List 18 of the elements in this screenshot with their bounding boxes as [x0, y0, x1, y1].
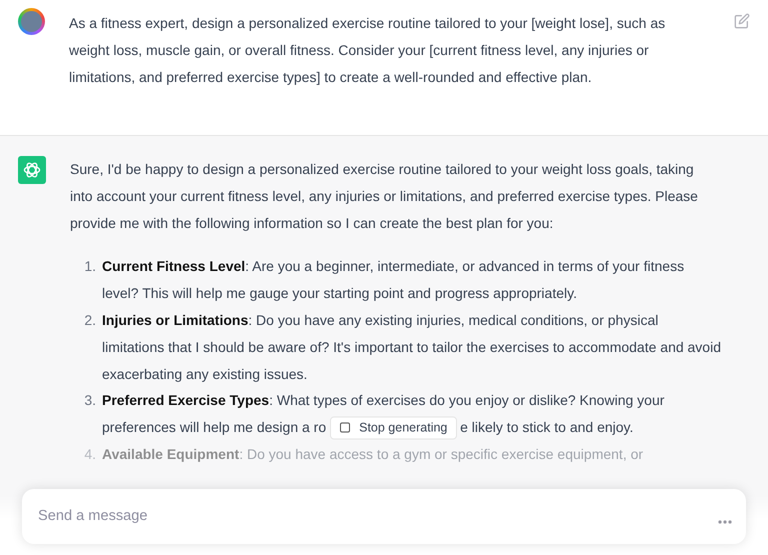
list-item-text: preferences will help me design a ro	[102, 418, 326, 438]
list-item-text: Current Fitness Level: Are you a beginner, intermediate, or advanced in terms of your fitness level? This will help me gauge your starting point and progress appropriately.	[102, 258, 684, 302]
list-number: 3.	[83, 391, 97, 410]
edit-icon[interactable]	[734, 13, 750, 29]
assistant-logo-icon	[18, 156, 46, 184]
user-message-text: As a fitness expert, design a personalized exercise routine tailored to your [weight lose], such as weight loss, muscle gain, or overall fitness. Consider your [current fitness level, any injuries or limitations, and preferred exercise types] to create a well-rounded and effective plan.	[69, 14, 666, 87]
dots-icon	[718, 520, 732, 524]
stop-square-icon	[340, 422, 350, 433]
stop-generating-button[interactable]: Stop generating	[330, 416, 458, 440]
list-item-text: Preferred Exercise Types: What types of exercises do you enjoy or dislike? Knowing your	[102, 391, 666, 410]
list-number: 2.	[83, 310, 97, 330]
user-avatar	[18, 8, 45, 35]
list-item-text: e likely to stick to and enjoy.	[460, 418, 634, 438]
assistant-intro-text: Sure, I'd be happy to design a personalized exercise routine tailored to your weight loss goals, taking into account your current fitness level, any injuries or limitations, and preferred exercise types. Please provide me with the following information so I can create the best plan for you:	[70, 160, 699, 233]
list-item-text: Injuries or Limitations: Do you have any existing injuries, medical conditions, or physical limitations that I should be aware of? It's important to tailor the exercises to accommodate and avoid exacerbating any existing issues.	[102, 312, 721, 382]
list-number: 1.	[83, 257, 97, 276]
list-number: 4.	[83, 444, 97, 464]
list-item-text: Available Equipment: Do you have access to a gym or specific exercise equipment, or	[102, 446, 644, 462]
